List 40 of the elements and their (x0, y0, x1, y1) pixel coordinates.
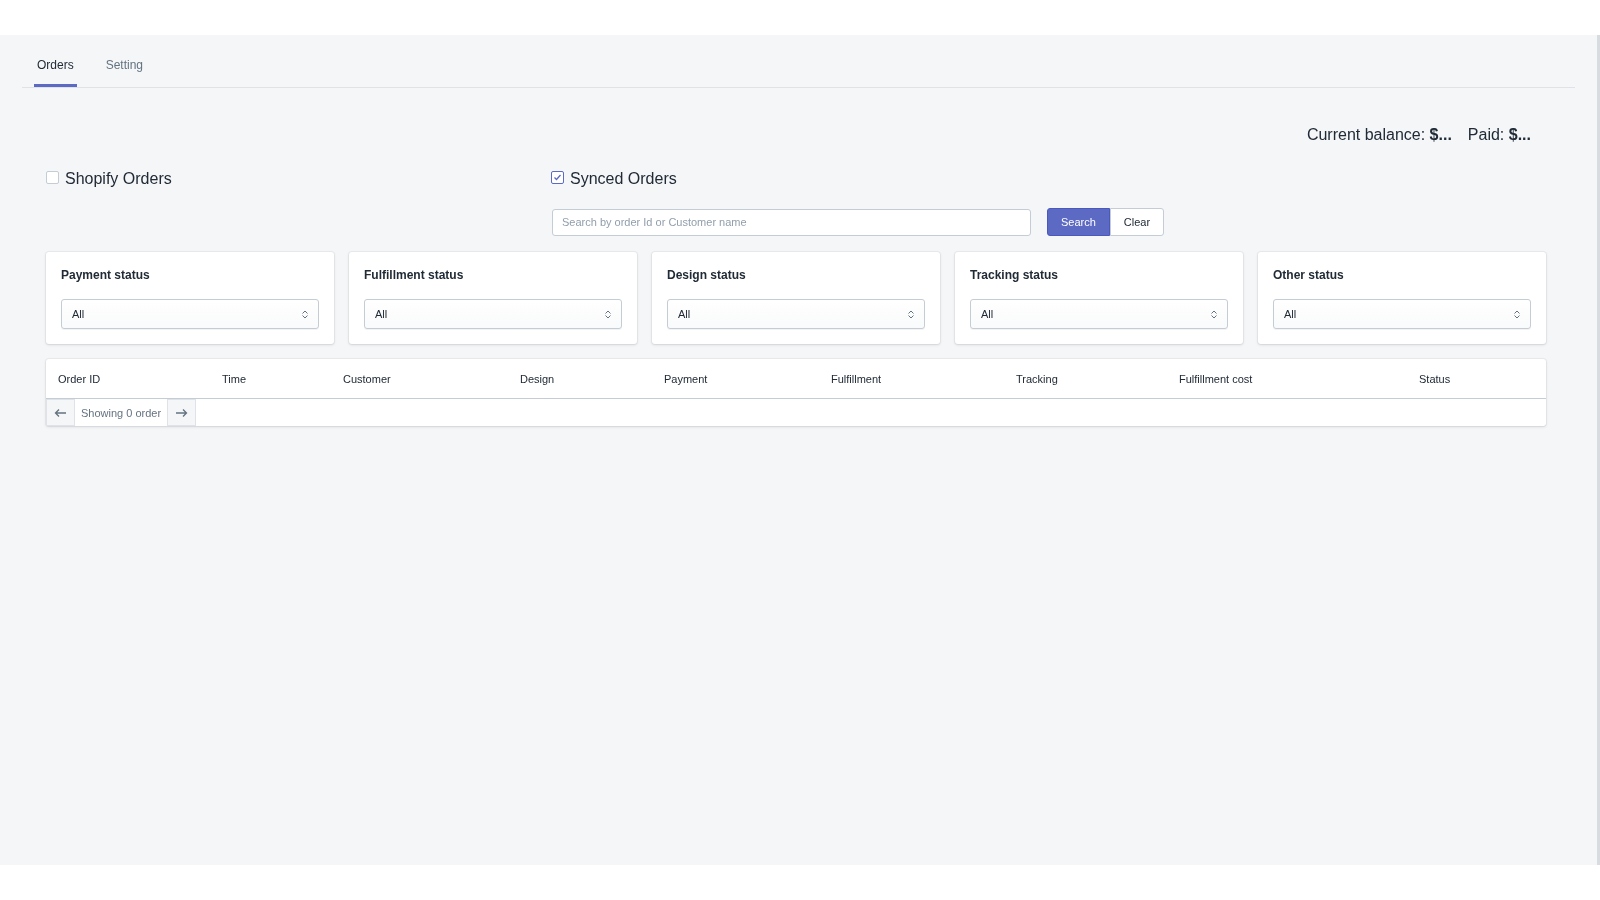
column-header: Fulfillment (831, 372, 883, 385)
select-arrows-icon (908, 309, 914, 319)
search-field[interactable]: Search by order Id or Customer name (552, 208, 1031, 236)
select-arrows-icon (1514, 309, 1520, 319)
filter-title: Design status (667, 268, 747, 282)
select-arrows-icon (1211, 309, 1217, 319)
checkbox-label: Shopify Orders (65, 170, 172, 188)
filter-title: Tracking status (970, 268, 1060, 282)
left-arrow-icon (54, 407, 67, 418)
right-arrow-icon (175, 407, 189, 418)
select-arrows-icon (302, 309, 308, 319)
status-select[interactable]: All (970, 299, 1228, 329)
column-header: Fulfillment cost (1179, 372, 1254, 385)
column-header: Customer (343, 372, 392, 385)
tab[interactable]: Setting (102, 35, 147, 87)
status-select[interactable]: All (667, 299, 925, 329)
paid-amount: Paid: $... (1467, 126, 1531, 144)
tab[interactable]: Orders (34, 35, 77, 87)
checkbox[interactable] (551, 170, 564, 184)
status-select[interactable]: All (364, 299, 622, 329)
filter-title: Fulfillment status (364, 268, 465, 282)
select-arrows-icon (605, 309, 611, 319)
column-header: Tracking (1016, 372, 1059, 385)
column-header: Order ID (58, 372, 102, 385)
status-select[interactable]: All (1273, 299, 1531, 329)
check-icon (553, 172, 562, 182)
column-header: Payment (664, 372, 709, 385)
clear-button[interactable]: Clear (1109, 208, 1165, 236)
status-select[interactable]: All (61, 299, 319, 329)
column-header: Design (520, 372, 556, 385)
checkbox-label: Synced Orders (570, 170, 677, 188)
current-balance: Current balance: $... (1306, 126, 1452, 144)
filter-title: Payment status (61, 268, 151, 282)
pagination-label: Showing 0 order (80, 406, 163, 419)
filter-title: Other status (1273, 268, 1345, 282)
column-header: Status (1419, 372, 1452, 385)
next-button[interactable] (167, 399, 197, 426)
search-button[interactable]: Search (1047, 208, 1110, 236)
previous-button[interactable] (46, 399, 75, 426)
column-header: Time (222, 372, 248, 385)
